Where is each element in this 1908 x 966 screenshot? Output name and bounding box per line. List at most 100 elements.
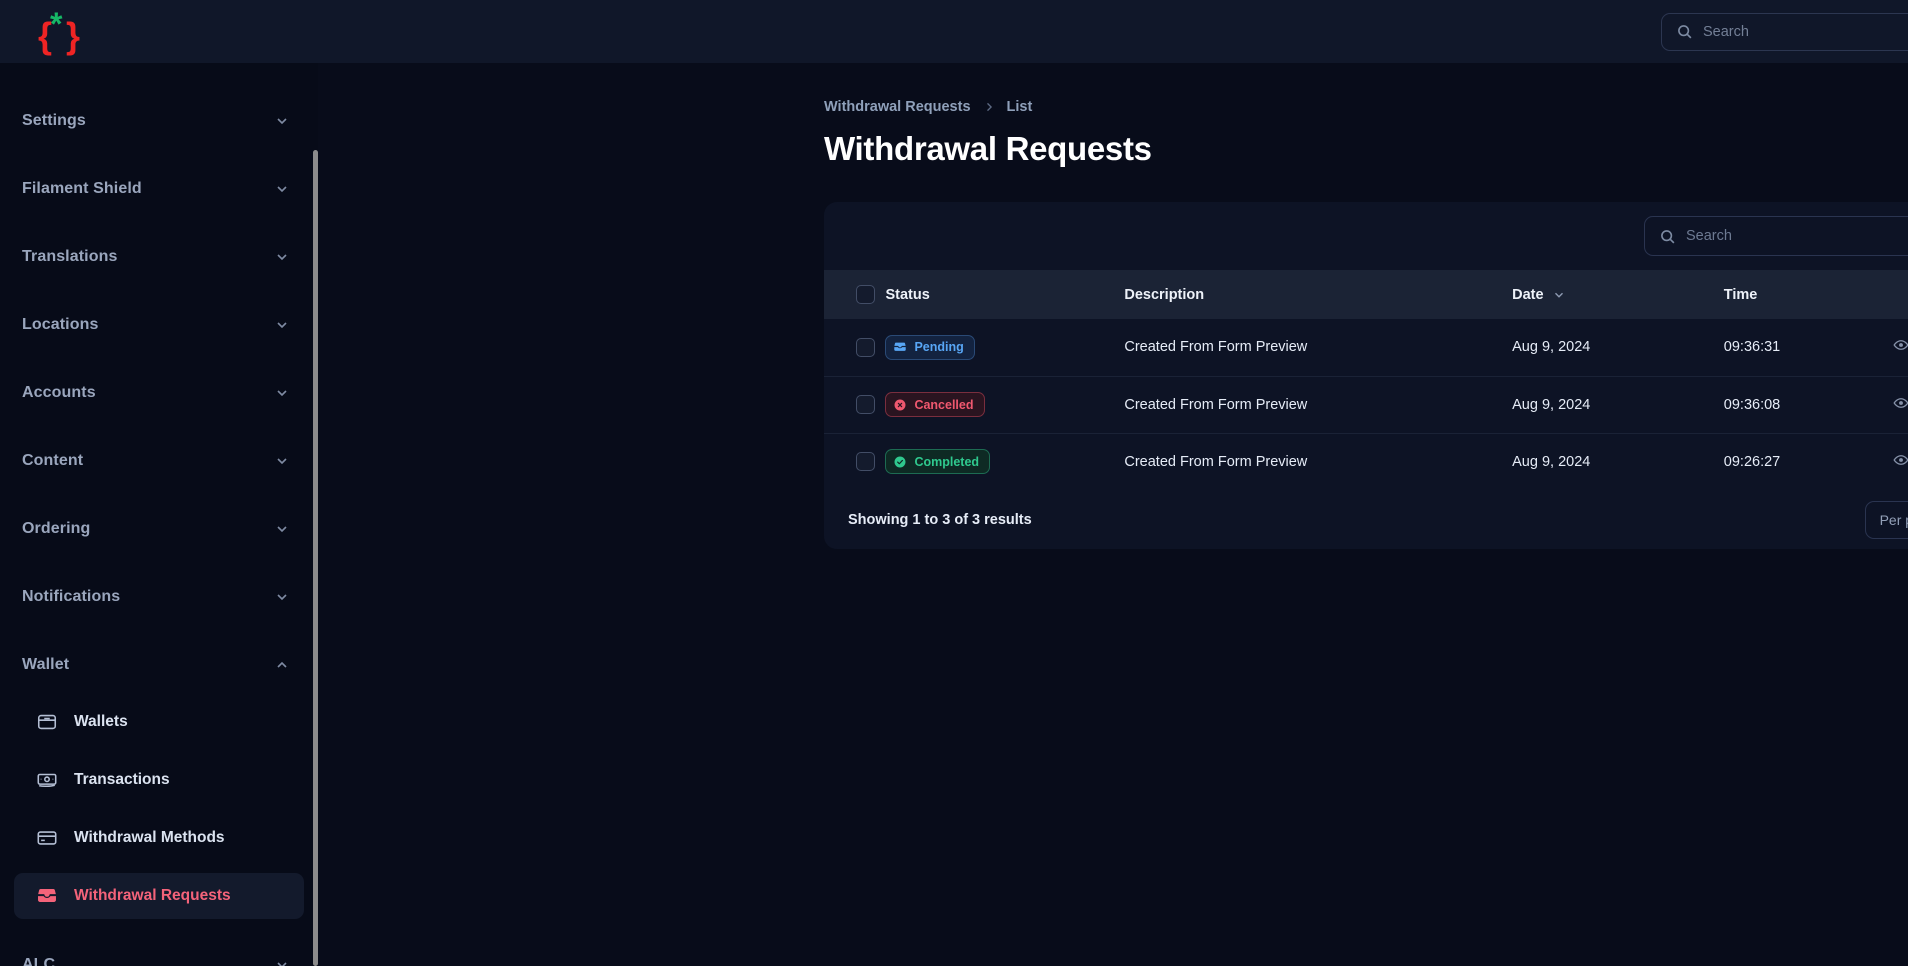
column-header-description[interactable]: Description [1124, 270, 1512, 319]
column-label: Status [885, 286, 930, 303]
sidebar-group-notifications[interactable]: Notifications [0, 563, 318, 631]
app-root: { * } Settings Filament Shield Translati… [0, 0, 1908, 966]
column-header-actions [1893, 270, 1908, 319]
status-label: Pending [914, 340, 964, 355]
sidebar-group-label: Wallet [22, 656, 70, 673]
chevron-down-icon [277, 594, 287, 601]
sidebar-item-label: Withdrawal Methods [74, 829, 225, 846]
select-all-checkbox[interactable] [856, 285, 875, 304]
column-label: Time [1723, 286, 1758, 303]
page-title: Withdrawal Requests [824, 130, 1152, 167]
table-row[interactable]: Cancelled Created From Form Preview Aug … [824, 376, 1908, 433]
sidebar: { * } Settings Filament Shield Translati… [0, 0, 318, 966]
view-action[interactable]: View [1893, 395, 1908, 411]
cell-description: Created From Form Preview [1124, 339, 1308, 356]
row-actions: View Edit [1893, 337, 1908, 353]
table-toolbar: 0 [824, 202, 1908, 270]
banknote-icon [37, 773, 57, 788]
withdrawal-requests-table: Status Description Date Time Pending Cre… [824, 270, 1908, 490]
per-page-control[interactable]: Per page 10 [1864, 500, 1908, 539]
sidebar-group-locations[interactable]: Locations [0, 291, 318, 359]
table-footer: Showing 1 to 3 of 3 results Per page 10 [824, 490, 1908, 549]
table-row[interactable]: Pending Created From Form Preview Aug 9,… [824, 319, 1908, 376]
sort-date-control[interactable]: Date [1512, 287, 1565, 303]
x-circle-icon [894, 399, 906, 410]
brand-logo-icon[interactable]: { * } [32, 8, 88, 56]
chevron-right-icon [986, 102, 992, 112]
wallet-icon [37, 714, 57, 730]
sidebar-group-accounts[interactable]: Accounts [0, 359, 318, 427]
column-label: Date [1512, 286, 1544, 303]
page-content: Withdrawal Requests List Withdrawal Requ… [318, 63, 1908, 549]
column-header-status[interactable]: Status [885, 270, 1124, 319]
view-action[interactable]: View [1893, 337, 1908, 353]
main-area: A Withdrawal Requests List Withdrawal Re… [318, 0, 1908, 966]
search-input[interactable] [1703, 23, 1908, 40]
eye-icon [1893, 454, 1908, 465]
table-head: Status Description Date Time [824, 270, 1908, 319]
status-label: Cancelled [914, 397, 974, 412]
column-header-date[interactable]: Date [1512, 270, 1724, 319]
logo-asterisk: * [50, 5, 63, 42]
sidebar-item-withdrawal-methods[interactable]: Withdrawal Methods [14, 815, 304, 861]
sidebar-group-label: Accounts [22, 384, 96, 401]
per-page-label: Per page [1866, 502, 1908, 538]
sidebar-group-label: Locations [22, 316, 99, 333]
status-badge: Cancelled [885, 392, 985, 417]
sidebar-group-filament-shield[interactable]: Filament Shield [0, 155, 318, 223]
inbox-icon [38, 889, 56, 903]
breadcrumb-root[interactable]: Withdrawal Requests [824, 99, 971, 115]
cell-actions: View Edit [1893, 433, 1908, 490]
eye-icon [1893, 340, 1908, 351]
table-search[interactable] [1644, 216, 1908, 256]
status-label: Completed [914, 454, 980, 469]
logo-brace-right: } [66, 14, 81, 56]
row-actions: View Edit [1893, 395, 1908, 411]
breadcrumb: Withdrawal Requests List [824, 97, 1908, 117]
row-select-cell [824, 376, 885, 433]
sidebar-group-label: Ordering [22, 520, 91, 537]
select-all-cell [824, 270, 885, 319]
table-row[interactable]: Completed Created From Form Preview Aug … [824, 433, 1908, 490]
cell-date: Aug 9, 2024 [1512, 339, 1591, 356]
chevron-down-icon [277, 118, 287, 125]
view-action[interactable]: View [1893, 452, 1908, 468]
withdrawal-requests-table-panel: 0 [824, 202, 1908, 549]
chevron-down-icon [277, 322, 287, 329]
cell-time: 09:26:27 [1723, 453, 1781, 470]
sidebar-group-content[interactable]: Content [0, 427, 318, 495]
sidebar-group-alc[interactable]: ALC [0, 931, 318, 966]
row-checkbox[interactable] [856, 337, 875, 357]
row-checkbox[interactable] [856, 452, 875, 472]
row-select-cell [824, 319, 885, 376]
sidebar-item-withdrawal-requests[interactable]: Withdrawal Requests [14, 873, 304, 919]
sidebar-group-ordering[interactable]: Ordering [0, 495, 318, 563]
status-badge: Completed [885, 449, 991, 475]
sidebar-group-label: Filament Shield [22, 180, 142, 197]
cell-date: Aug 9, 2024 [1512, 453, 1591, 470]
sidebar-item-transactions[interactable]: Transactions [14, 757, 304, 803]
row-actions: View Edit [1893, 452, 1908, 468]
global-search[interactable] [1661, 12, 1908, 51]
column-header-time[interactable]: Time [1724, 270, 1893, 319]
cell-actions: View Edit [1893, 376, 1908, 433]
sidebar-scrollbar[interactable] [310, 0, 318, 966]
sidebar-item-label: Withdrawal Requests [74, 887, 231, 904]
sidebar-group-label: ALC [22, 956, 56, 966]
sidebar-group-translations[interactable]: Translations [0, 223, 318, 291]
chevron-down-icon [277, 254, 287, 261]
sidebar-group-settings[interactable]: Settings [0, 87, 318, 155]
cell-status: Pending [885, 319, 1124, 376]
cell-date: Aug 9, 2024 [1512, 396, 1591, 413]
sidebar-item-label: Transactions [74, 771, 170, 788]
sidebar-group-wallet[interactable]: Wallet [0, 631, 318, 699]
search-icon [1678, 25, 1692, 39]
row-checkbox[interactable] [856, 395, 875, 414]
inbox-icon [894, 342, 907, 352]
sidebar-item-wallets[interactable]: Wallets [14, 699, 304, 745]
sidebar-group-label: Settings [22, 112, 86, 129]
table-search-input[interactable] [1686, 228, 1908, 244]
cell-time: 09:36:31 [1723, 339, 1781, 356]
